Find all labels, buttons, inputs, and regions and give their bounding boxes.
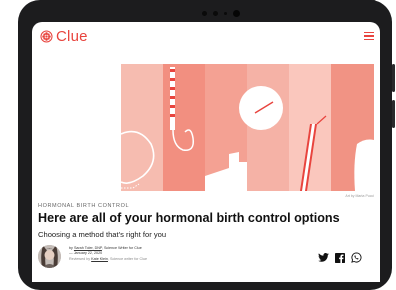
sensor-dot [224, 12, 227, 15]
article-category[interactable]: HORMONAL BIRTH CONTROL [38, 203, 129, 209]
hero-illustration [121, 64, 374, 191]
image-credit: Art by Marta Pucci [345, 194, 374, 198]
article-title: Here are all of your hormonal birth cont… [38, 211, 340, 225]
reviewed-prefix: Reviewed by [69, 256, 91, 261]
person-silhouette-icon [38, 245, 61, 268]
author-role: , Science Writer for Clue [101, 246, 142, 250]
volume-down-button [392, 100, 395, 128]
screen: Clue Art by Marta Pucci HORMONAL BIRTH C… [32, 22, 380, 282]
camera-bar [202, 10, 240, 17]
sensor-dot [213, 11, 218, 16]
clue-flower-icon [40, 30, 53, 43]
author-link[interactable]: Sarah Toler, DNP [74, 246, 102, 250]
byline: by Sarah Toler, DNP, Science Writer for … [69, 246, 147, 262]
reviewer-link[interactable]: Kate Klein [91, 257, 108, 261]
stripe [121, 64, 163, 191]
byline-by: by [69, 246, 73, 250]
share-icons [318, 252, 362, 263]
clock-face [239, 86, 283, 130]
volume-up-button [392, 64, 395, 92]
author-avatar [38, 245, 61, 268]
clue-logo[interactable]: Clue [40, 28, 88, 45]
sensor-dot [202, 11, 207, 16]
hamburger-menu-icon[interactable] [364, 32, 374, 40]
white-blob [354, 139, 374, 191]
reviewer-role: , Science writer for Clue [107, 256, 148, 261]
stripe [163, 64, 205, 191]
article-subtitle: Choosing a method that's right for you [38, 230, 167, 239]
whatsapp-icon[interactable] [351, 252, 362, 263]
brand-name: Clue [56, 28, 88, 45]
facebook-icon[interactable] [335, 252, 345, 263]
camera-lens [233, 10, 240, 17]
thermometer-shape [170, 67, 175, 130]
twitter-icon[interactable] [318, 253, 329, 262]
